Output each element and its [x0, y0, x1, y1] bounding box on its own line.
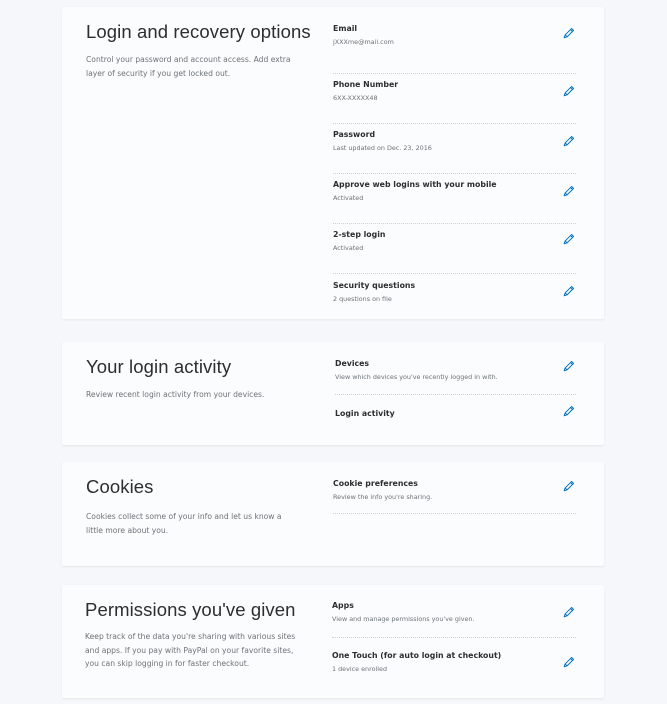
pencil-icon[interactable]	[562, 404, 576, 418]
row-value: View and manage permissions you've given…	[332, 615, 475, 623]
section-title: Your login activity	[86, 356, 232, 377]
row-value: Review the info you're sharing.	[333, 493, 433, 501]
settings-list: Devices View which devices you've recent…	[335, 359, 576, 423]
section-description: Control your password and account access…	[86, 55, 291, 78]
settings-list: Email jXXXme@mail.com Phone Number 6XX-X…	[333, 24, 576, 314]
pencil-icon[interactable]	[562, 359, 576, 373]
section-title: Permissions you've given	[85, 599, 296, 620]
section-title: Cookies	[86, 476, 154, 497]
row-label: Approve web logins with your mobile	[333, 180, 497, 189]
row-label: Password	[333, 130, 376, 139]
pencil-icon[interactable]	[562, 232, 576, 246]
login-activity-card: Your login activity Review recent login …	[62, 342, 604, 445]
pencil-icon[interactable]	[562, 84, 576, 98]
card-header: Permissions you've given Keep track of t…	[85, 599, 307, 671]
cookie-preferences-row[interactable]: Cookie preferences Review the info you'r…	[333, 479, 576, 514]
pencil-icon[interactable]	[562, 284, 576, 298]
one-touch-row[interactable]: One Touch (for auto login at checkout) 1…	[332, 638, 576, 678]
row-value: Activated	[333, 194, 364, 202]
row-label: Security questions	[333, 281, 416, 290]
settings-list: Cookie preferences Review the info you'r…	[333, 479, 576, 514]
two-step-login-row[interactable]: 2-step login Activated	[333, 224, 576, 274]
row-value: Last updated on Dec. 23, 2016	[333, 144, 432, 152]
card-header: Your login activity Review recent login …	[86, 356, 304, 402]
pencil-icon[interactable]	[562, 134, 576, 148]
password-row[interactable]: Password Last updated on Dec. 23, 2016	[333, 124, 576, 174]
row-label: 2-step login	[333, 230, 386, 239]
row-label: Cookie preferences	[333, 479, 418, 488]
approve-web-logins-row[interactable]: Approve web logins with your mobile Acti…	[333, 174, 576, 224]
row-value: 2 questions on file	[333, 295, 392, 303]
permissions-card: Permissions you've given Keep track of t…	[62, 585, 604, 698]
pencil-icon[interactable]	[562, 605, 576, 619]
login-activity-row[interactable]: Login activity	[335, 395, 576, 423]
email-row[interactable]: Email jXXXme@mail.com	[333, 24, 576, 74]
card-header: Cookies Cookies collect some of your inf…	[86, 476, 304, 537]
row-label: Apps	[332, 601, 354, 610]
card-header: Login and recovery options Control your …	[86, 21, 311, 80]
section-title: Login and recovery options	[86, 21, 311, 42]
pencil-icon[interactable]	[562, 655, 576, 669]
row-value: 1 device enrolled	[332, 665, 388, 673]
section-description: Keep track of the data you're sharing wi…	[85, 632, 296, 668]
apps-row[interactable]: Apps View and manage permissions you've …	[332, 601, 576, 638]
row-label: Phone Number	[333, 80, 399, 89]
row-value: Activated	[333, 244, 364, 252]
phone-number-row[interactable]: Phone Number 6XX-XXXXX48	[333, 74, 576, 124]
pencil-icon[interactable]	[562, 184, 576, 198]
row-label: One Touch (for auto login at checkout)	[332, 651, 502, 660]
row-value: 6XX-XXXXX48	[333, 94, 378, 102]
security-questions-row[interactable]: Security questions 2 questions on file	[333, 274, 576, 314]
cookies-card: Cookies Cookies collect some of your inf…	[62, 462, 604, 566]
row-value: View which devices you've recently logge…	[335, 373, 498, 381]
section-description: Review recent login activity from your d…	[86, 390, 265, 399]
settings-list: Apps View and manage permissions you've …	[332, 601, 576, 678]
row-value: jXXXme@mail.com	[333, 38, 394, 46]
pencil-icon[interactable]	[562, 26, 576, 40]
row-label: Login activity	[335, 409, 395, 418]
row-label: Email	[333, 24, 358, 33]
pencil-icon[interactable]	[562, 479, 576, 493]
login-recovery-card: Login and recovery options Control your …	[62, 7, 604, 319]
row-label: Devices	[335, 359, 370, 368]
section-description: Cookies collect some of your info and le…	[86, 512, 282, 535]
devices-row[interactable]: Devices View which devices you've recent…	[335, 359, 576, 395]
